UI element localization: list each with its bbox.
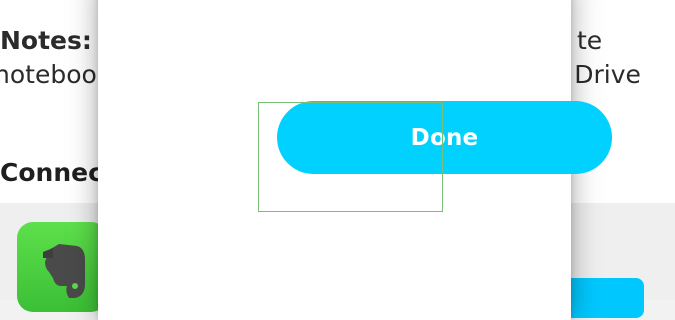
connect-heading: Connec xyxy=(0,158,103,187)
background-action-button[interactable] xyxy=(560,278,644,318)
evernote-elephant-icon[interactable] xyxy=(17,222,107,312)
evernote-elephant-glyph xyxy=(43,244,85,298)
notes-label: Notes: xyxy=(0,26,92,55)
done-button[interactable]: Done xyxy=(277,101,612,174)
modal-dialog: Done xyxy=(98,0,612,320)
notes-text-right-fragment-1: te xyxy=(577,26,603,55)
